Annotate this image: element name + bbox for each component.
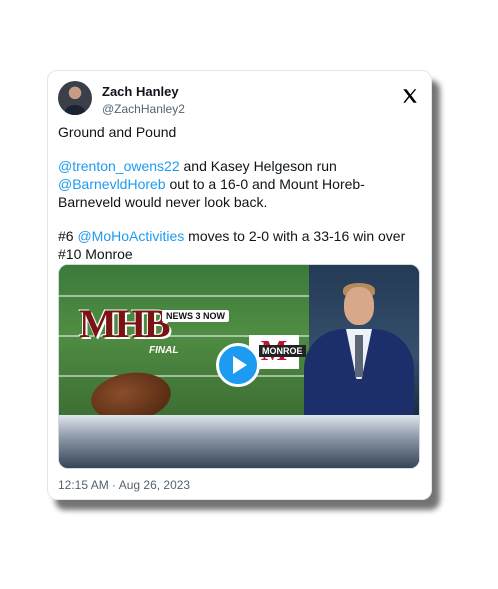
presenter-tie (355, 335, 363, 377)
news-badge: NEWS 3 NOW (162, 310, 230, 322)
mention-link[interactable]: @BarnevldHoreb (58, 176, 166, 192)
tweet-text: Ground and Pound @trenton_owens22 and Ka… (58, 123, 418, 263)
tweet-card[interactable]: Zach Hanley @ZachHanley2 Ground and Poun… (47, 70, 432, 500)
video-thumbnail[interactable]: MHB NEWS 3 NOW FINAL M MONROE (58, 264, 420, 469)
final-text: FINAL (149, 345, 179, 356)
play-icon[interactable] (216, 343, 260, 387)
author-handle[interactable]: @ZachHanley2 (102, 102, 185, 116)
opponent-label: MONROE (259, 345, 306, 357)
avatar[interactable] (58, 81, 92, 115)
x-logo-icon[interactable] (401, 87, 419, 105)
tweet-paragraph-3: #6 @MoHoActivities moves to 2-0 with a 3… (58, 227, 418, 263)
tweet-paragraph-2: @trenton_owens22 and Kasey Helgeson run … (58, 157, 418, 211)
mention-link[interactable]: @trenton_owens22 (58, 158, 180, 174)
video-screen-graphic: MHB NEWS 3 NOW FINAL M MONROE (59, 265, 309, 427)
tweet-line-1: Ground and Pound (58, 124, 177, 140)
tweet-text-segment: #6 (58, 228, 78, 244)
tweet-header: Zach Hanley @ZachHanley2 (58, 81, 421, 117)
mention-link[interactable]: @MoHoActivities (77, 228, 184, 244)
presenter-head (344, 287, 374, 325)
mhb-logo: MHB (79, 301, 171, 346)
author-name[interactable]: Zach Hanley (102, 84, 179, 99)
tweet-text-segment: and Kasey Helgeson run (179, 158, 337, 174)
tweet-timestamp[interactable]: 12:15 AM · Aug 26, 2023 (58, 478, 190, 492)
news-desk (59, 415, 419, 468)
